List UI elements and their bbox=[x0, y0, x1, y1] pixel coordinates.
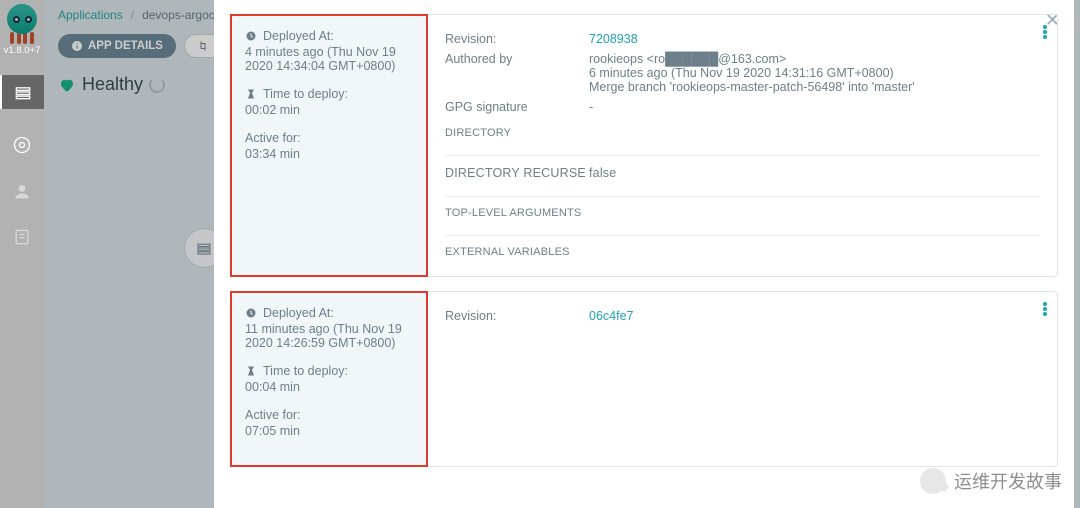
heart-icon bbox=[58, 76, 76, 94]
top-level-arguments-section: TOP-LEVEL ARGUMENTS bbox=[445, 196, 1039, 229]
dir-recurse-label: DIRECTORY RECURSE bbox=[445, 166, 589, 180]
revision-label: Revision: bbox=[445, 309, 589, 323]
nav-docs-icon[interactable] bbox=[12, 227, 32, 247]
deployed-at-label: Deployed At: bbox=[263, 306, 334, 320]
commit-message-line: Merge branch 'rookieops-master-patch-564… bbox=[589, 80, 915, 94]
revision-label: Revision: bbox=[445, 32, 589, 46]
history-panel: ✕ Deployed At: 4 minutes ago (Thu Nov 19… bbox=[214, 0, 1074, 508]
breadcrumb-sep: / bbox=[131, 8, 134, 22]
card-options-button[interactable] bbox=[1043, 25, 1047, 39]
active-for-value: 07:05 min bbox=[245, 424, 412, 438]
card-sidebar: Deployed At: 11 minutes ago (Thu Nov 19 … bbox=[231, 292, 427, 466]
nav-settings-icon[interactable] bbox=[12, 135, 32, 155]
app-details-button[interactable]: APP DETAILS bbox=[58, 34, 176, 58]
card-body: Revision: 7208938 Authored by rookieops … bbox=[427, 15, 1057, 276]
deployment-card: Deployed At: 4 minutes ago (Thu Nov 19 2… bbox=[230, 14, 1058, 277]
author-line: rookieops <ro██████@163.com> bbox=[589, 52, 915, 66]
nav-user-icon[interactable] bbox=[12, 181, 32, 201]
deployment-card: Deployed At: 11 minutes ago (Thu Nov 19 … bbox=[230, 291, 1058, 467]
wechat-icon bbox=[920, 468, 946, 494]
health-label: Healthy bbox=[82, 74, 143, 95]
revision-link[interactable]: 7208938 bbox=[589, 32, 638, 46]
watermark-text: 运维开发故事 bbox=[954, 468, 1062, 494]
refresh-icon[interactable] bbox=[149, 77, 165, 93]
external-variables-section: EXTERNAL VARIABLES bbox=[445, 235, 1039, 268]
app-details-label: APP DETAILS bbox=[88, 40, 163, 52]
card-sidebar: Deployed At: 4 minutes ago (Thu Nov 19 2… bbox=[231, 15, 427, 276]
breadcrumb-root[interactable]: Applications bbox=[58, 8, 123, 22]
gpg-label: GPG signature bbox=[445, 100, 589, 114]
nav-applications-icon[interactable] bbox=[0, 75, 44, 109]
active-for-label: Active for: bbox=[245, 131, 301, 145]
gpg-value: - bbox=[589, 100, 593, 114]
authored-by-value: rookieops <ro██████@163.com> 6 minutes a… bbox=[589, 52, 915, 94]
active-for-label: Active for: bbox=[245, 408, 301, 422]
directory-section: DIRECTORY bbox=[445, 117, 1039, 149]
time-to-deploy-value: 00:04 min bbox=[245, 380, 412, 394]
card-options-button[interactable] bbox=[1043, 302, 1047, 316]
deployed-at-value: 11 minutes ago (Thu Nov 19 2020 14:26:59… bbox=[245, 322, 412, 350]
deployed-at-label: Deployed At: bbox=[263, 29, 334, 43]
version-label: v1.8.0+7 bbox=[1, 44, 44, 57]
watermark: 运维开发故事 bbox=[920, 468, 1062, 494]
revision-link[interactable]: 06c4fe7 bbox=[589, 309, 633, 323]
directory-recurse-section: DIRECTORY RECURSE false bbox=[445, 155, 1039, 190]
card-body: Revision: 06c4fe7 bbox=[427, 292, 1057, 466]
time-to-deploy-value: 00:02 min bbox=[245, 103, 412, 117]
argo-logo bbox=[7, 4, 37, 34]
deployed-at-value: 4 minutes ago (Thu Nov 19 2020 14:34:04 … bbox=[245, 45, 412, 73]
time-to-deploy-label: Time to deploy: bbox=[263, 87, 348, 101]
time-to-deploy-label: Time to deploy: bbox=[263, 364, 348, 378]
authored-by-label: Authored by bbox=[445, 52, 589, 66]
active-for-value: 03:34 min bbox=[245, 147, 412, 161]
author-time-line: 6 minutes ago (Thu Nov 19 2020 14:31:16 … bbox=[589, 66, 915, 80]
dir-recurse-value: false bbox=[589, 166, 616, 180]
navbar-left: v1.8.0+7 bbox=[0, 0, 44, 508]
